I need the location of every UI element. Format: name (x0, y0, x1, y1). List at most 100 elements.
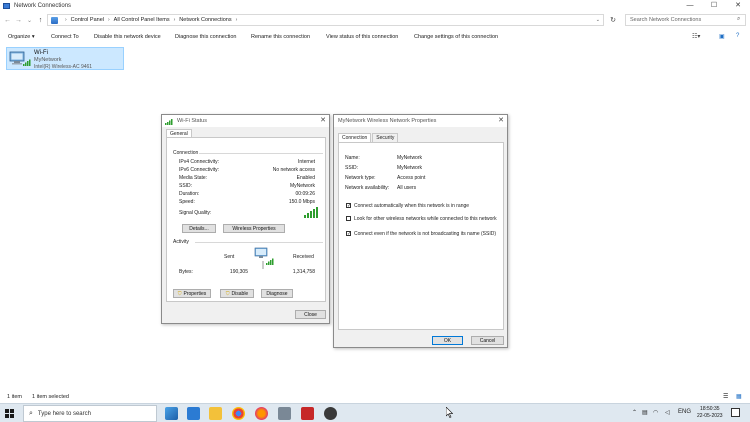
settings-gear-icon[interactable] (324, 407, 337, 420)
view-options-icon[interactable]: ☷▾ (692, 33, 700, 40)
taskbar-search-input[interactable]: ⌕ Type here to search (23, 405, 157, 422)
checkbox-label: Look for other wireless networks while c… (354, 216, 497, 222)
disable-button[interactable]: ⛉ Disable (220, 289, 254, 298)
mouse-cursor-icon (446, 407, 453, 418)
close-window-button[interactable]: ✕ (726, 0, 750, 10)
status-bar: 1 item 1 item selected ☰ ▦ (0, 394, 750, 402)
navigation-bar: ← → ⌄ ↑ › Control Panel › All Control Pa… (0, 13, 750, 27)
breadcrumb-separator: › (235, 17, 238, 23)
close-button[interactable]: Close (295, 310, 326, 319)
prop-label: Network type: (345, 175, 376, 181)
details-button[interactable]: Details... (182, 224, 216, 233)
close-icon[interactable]: ✕ (498, 116, 504, 124)
ok-button[interactable]: OK (432, 336, 463, 345)
diagnose-connection-button[interactable]: Diagnose this connection (175, 34, 236, 40)
file-explorer-icon[interactable] (209, 407, 222, 420)
divider (195, 242, 323, 243)
wireless-adapter-icon (9, 51, 31, 66)
network-activity-icon (254, 247, 274, 269)
address-dropdown-icon[interactable]: ⌄ (596, 17, 600, 23)
disable-device-button[interactable]: Disable this network device (94, 34, 161, 40)
row-label: SSID: (179, 183, 193, 189)
organize-menu[interactable]: Organize ▾ (8, 34, 35, 40)
view-status-button[interactable]: View status of this connection (326, 34, 398, 40)
firefox-icon[interactable] (255, 407, 268, 420)
connect-to-button[interactable]: Connect To (51, 34, 79, 40)
clock-date: 22-05-2023 (697, 413, 723, 419)
preview-pane-icon[interactable]: ▣ (719, 33, 725, 40)
prop-value: MyNetwork (397, 155, 423, 161)
up-arrow-icon[interactable]: ↑ (35, 14, 46, 26)
network-connections-taskbar-icon[interactable] (187, 407, 200, 420)
rename-connection-button[interactable]: Rename this connection (251, 34, 310, 40)
breadcrumb-network-connections[interactable]: Network Connections (179, 17, 231, 23)
cancel-button[interactable]: Cancel (471, 336, 504, 345)
details-view-icon[interactable]: ☰ (723, 393, 728, 400)
tray-app-icon[interactable]: ▤ (642, 409, 648, 416)
disable-label: Disable (231, 290, 249, 297)
breadcrumb-separator: › (65, 17, 67, 23)
maximize-button[interactable]: ☐ (702, 0, 726, 10)
tab-security[interactable]: Security (372, 133, 399, 142)
connection-header: Connection (173, 150, 199, 156)
back-arrow-icon[interactable]: ← (2, 14, 13, 26)
prop-value: Access point (397, 175, 426, 181)
breadcrumb-separator: › (108, 17, 110, 23)
row-value: Internet (298, 159, 315, 165)
connect-automatically-checkbox[interactable]: ✓ (346, 203, 351, 209)
search-input[interactable]: Search Network Connections (625, 14, 746, 26)
close-icon[interactable]: ✕ (320, 116, 326, 124)
signal-quality-label: Signal Quality: (179, 210, 212, 216)
breadcrumb-all-items[interactable]: All Control Panel Items (114, 17, 170, 23)
adapter-device: Intel(R) Wireless-AC 9461 (34, 64, 93, 70)
connect-hidden-network-checkbox[interactable]: ✓ (346, 231, 351, 237)
breadcrumb-separator: › (173, 17, 176, 23)
taskbar-search-placeholder: Type here to search (37, 410, 91, 417)
wireless-properties-button[interactable]: Wireless Properties (223, 224, 285, 233)
signal-bar (304, 215, 306, 218)
properties-button[interactable]: ⛉ Properties (173, 289, 211, 298)
wifi-adapter-tile[interactable]: Wi-Fi MyNetwork Intel(R) Wireless-AC 946… (6, 47, 124, 70)
prop-label: Network availability: (345, 185, 390, 191)
window-title: Network Connections (14, 3, 72, 9)
search-icon: ⌕ (29, 409, 33, 417)
wifi-tray-icon[interactable]: ◠ (653, 409, 658, 416)
bytes-received: 1,314,758 (292, 269, 315, 275)
large-icons-view-icon[interactable]: ▦ (736, 393, 742, 400)
divider (199, 153, 323, 154)
item-count: 1 item (7, 394, 22, 400)
chrome-icon[interactable] (232, 407, 245, 420)
address-bar[interactable]: › Control Panel › All Control Panel Item… (47, 14, 604, 26)
forward-arrow-icon[interactable]: → (13, 14, 24, 26)
tab-connection[interactable]: Connection (338, 133, 372, 142)
recent-locations-icon[interactable]: ⌄ (24, 14, 35, 26)
row-label: IPv6 Connectivity: (179, 167, 220, 173)
signal-quality-icon (304, 207, 318, 218)
language-indicator[interactable]: ENG (678, 409, 691, 415)
volume-icon[interactable]: ◁ (665, 409, 670, 416)
minimize-button[interactable]: — (678, 0, 702, 10)
security-app-icon[interactable] (301, 407, 314, 420)
network-app-icon[interactable] (278, 407, 291, 420)
change-settings-button[interactable]: Change settings of this connection (414, 34, 498, 40)
notification-center-icon[interactable] (731, 408, 740, 417)
signal-icon (165, 118, 173, 125)
breadcrumb-control-panel[interactable]: Control Panel (71, 17, 104, 23)
prop-label: SSID: (345, 165, 359, 171)
selection-count: 1 item selected (32, 394, 69, 400)
show-hidden-icons[interactable]: ⌃ (632, 409, 637, 416)
row-label: IPv4 Connectivity: (179, 159, 220, 165)
command-bar: Organize ▾ Connect To Disable this netwo… (0, 32, 750, 43)
clock[interactable]: 18:50:35 22-05-2023 (697, 406, 723, 420)
signal-bar (310, 211, 312, 218)
help-icon[interactable]: ? (736, 33, 739, 39)
refresh-icon[interactable]: ↻ (606, 14, 620, 26)
look-for-other-networks-checkbox[interactable] (346, 216, 351, 221)
properties-label: Properties (183, 290, 207, 297)
dialog-titlebar: Wi-Fi Status ✕ (162, 115, 329, 127)
shield-icon: ⛉ (225, 290, 230, 297)
windows-start-icon[interactable] (5, 409, 14, 418)
task-view-icon[interactable] (165, 407, 178, 420)
row-value: 150.0 Mbps (288, 199, 315, 205)
diagnose-button[interactable]: Diagnose (261, 289, 293, 298)
